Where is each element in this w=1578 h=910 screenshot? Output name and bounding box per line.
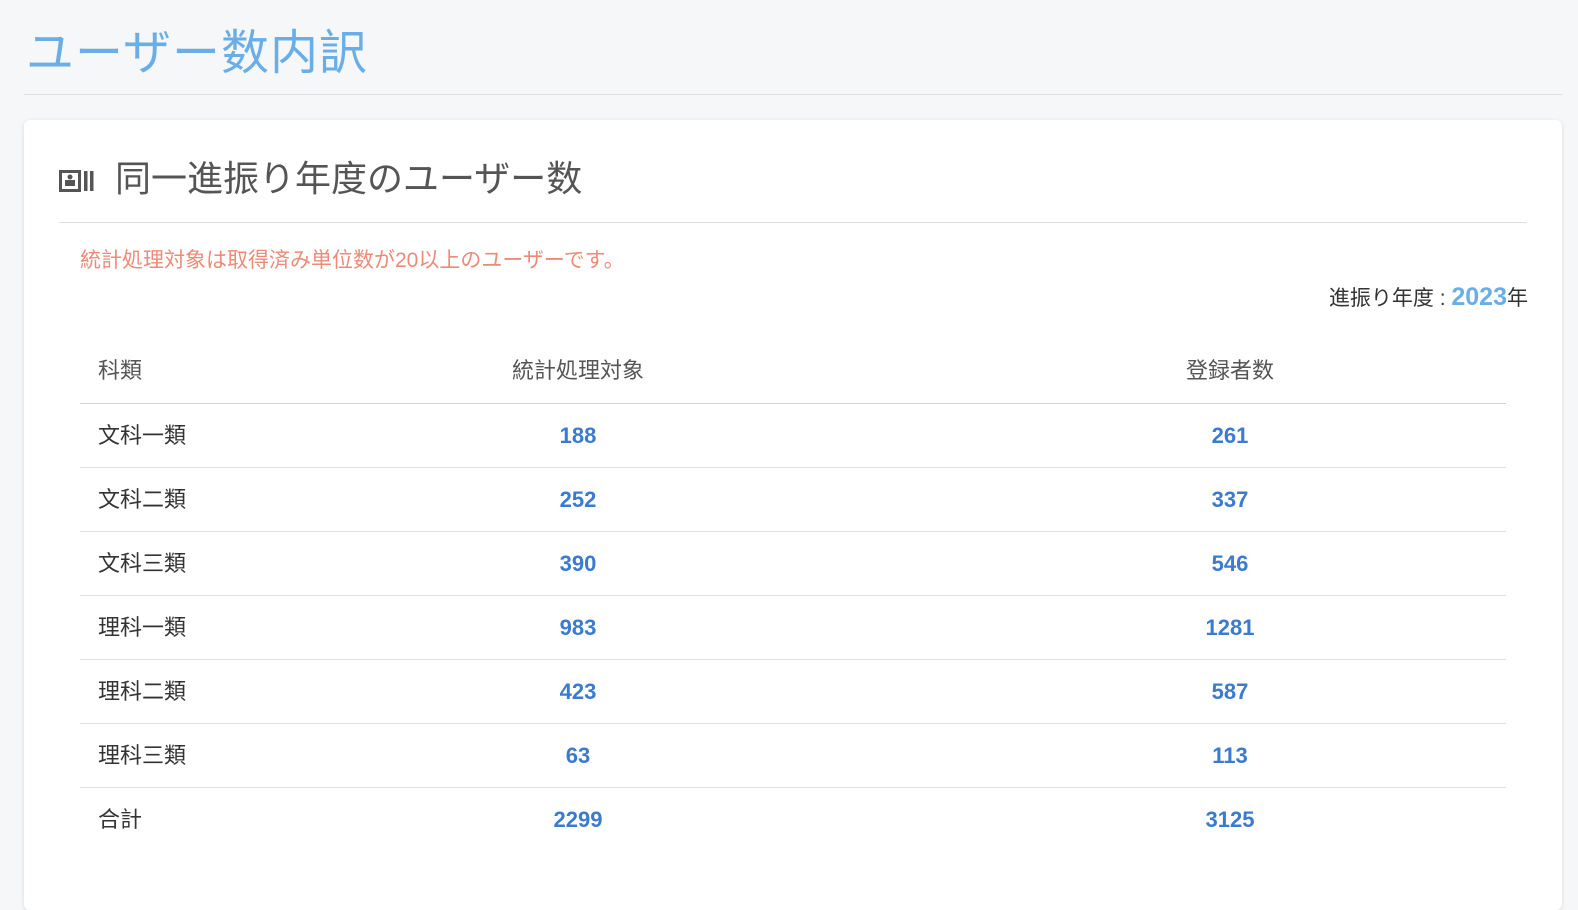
category-cell: 文科二類 [98, 487, 187, 512]
table-row: 文科一類 188 261 [80, 404, 1506, 468]
table-header-row: 科類 統計処理対象 登録者数 [80, 338, 1506, 404]
total-target-count: 2299 [553, 807, 603, 832]
registered-count-cell: 261 [1211, 423, 1249, 448]
total-registered-count: 3125 [1205, 807, 1255, 832]
statistics-notice: 統計処理対象は取得済み単位数が20以上のユーザーです。 [80, 249, 625, 272]
registered-count-cell: 113 [1212, 743, 1248, 768]
total-label: 合計 [98, 807, 143, 832]
target-count-cell: 252 [559, 487, 597, 512]
target-count-cell: 983 [559, 615, 597, 640]
page-header: ユーザー数内訳 [24, 0, 1562, 95]
table-row: 理科一類 983 1281 [80, 596, 1506, 660]
target-count-cell: 188 [559, 423, 597, 448]
target-count-cell: 423 [559, 679, 597, 704]
table-row: 文科二類 252 337 [80, 468, 1506, 532]
column-header-registered: 登録者数 [1185, 358, 1274, 383]
category-cell: 文科三類 [98, 551, 187, 576]
year-label: 進振り年度 : [1328, 287, 1452, 310]
category-cell: 文科一類 [98, 423, 187, 448]
user-count-table: 科類 統計処理対象 登録者数 文科一類 188 261 文科二類 252 337… [80, 338, 1506, 851]
card-header: 同一進振り年度のユーザー数 [59, 150, 1527, 223]
table-total-row: 合計 2299 3125 [80, 788, 1506, 851]
user-count-card: 同一進振り年度のユーザー数 統計処理対象は取得済み単位数が20以上のユーザーです… [24, 120, 1562, 910]
registered-count-cell: 1281 [1205, 615, 1255, 640]
target-count-cell: 390 [559, 551, 597, 576]
column-header-target: 統計処理対象 [511, 358, 644, 383]
page-title: ユーザー数内訳 [26, 27, 369, 80]
column-header-category: 科類 [98, 358, 143, 383]
registered-count-cell: 587 [1211, 679, 1249, 704]
table-row: 理科三類 63 113 [80, 724, 1506, 788]
card-title: 同一進振り年度のユーザー数 [115, 158, 583, 199]
year-suffix: 年 [1507, 287, 1528, 310]
table-row: 文科三類 390 546 [80, 532, 1506, 596]
target-count-cell: 63 [565, 743, 591, 768]
registered-count-cell: 546 [1211, 551, 1249, 576]
year-indicator: 進振り年度 : 2023年 [1329, 280, 1528, 316]
category-cell: 理科三類 [98, 743, 187, 768]
id-card-icon [59, 170, 95, 192]
category-cell: 理科一類 [98, 615, 187, 640]
table-row: 理科二類 423 587 [80, 660, 1506, 724]
year-value: 2023 [1451, 283, 1507, 311]
category-cell: 理科二類 [98, 679, 187, 704]
registered-count-cell: 337 [1211, 487, 1249, 512]
